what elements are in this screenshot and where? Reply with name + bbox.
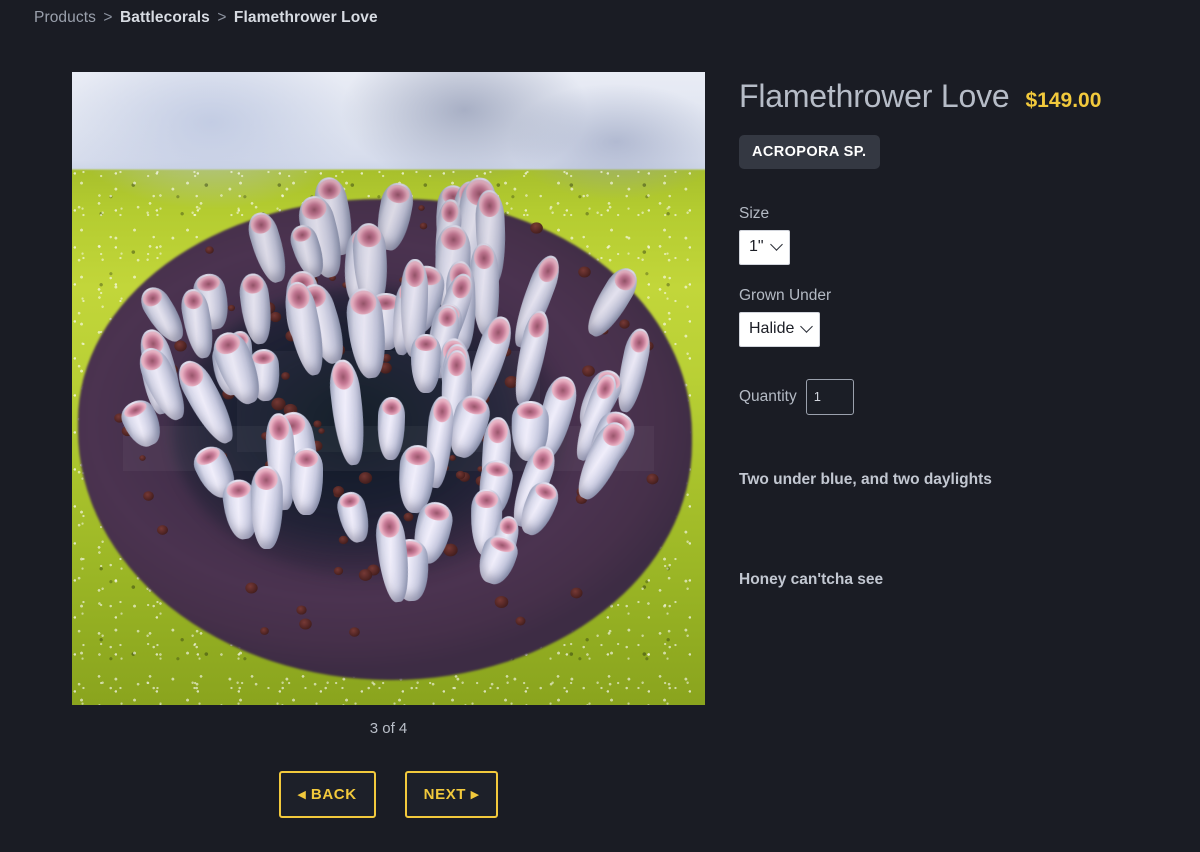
- coral-polyp: [281, 371, 290, 380]
- gallery-nav: ◂ BACK NEXT ▸: [72, 771, 705, 818]
- breadcrumb: Products > Battlecorals > Flamethrower L…: [34, 9, 378, 27]
- coral-polyp: [570, 587, 583, 598]
- coral-polyp: [417, 204, 425, 211]
- coral-polyp: [349, 627, 361, 638]
- coral-polyp: [359, 472, 373, 485]
- page-root: Products > Battlecorals > Flamethrower L…: [0, 0, 1200, 852]
- coral-polyp: [619, 319, 630, 329]
- coral-polyp: [298, 618, 312, 630]
- breadcrumb-separator: >: [103, 9, 113, 26]
- product-title-row: Flamethrower Love $149.00: [739, 78, 1169, 115]
- grown-under-field: Grown Under Halide: [739, 287, 1169, 347]
- product-price: $149.00: [1025, 89, 1102, 112]
- quantity-field: Quantity: [739, 378, 1169, 415]
- coral-polyp: [174, 340, 188, 352]
- coral-polyp: [139, 455, 146, 461]
- breadcrumb-item-products[interactable]: Products: [34, 9, 96, 26]
- coral-branch: [376, 396, 406, 460]
- page-title: Flamethrower Love: [739, 78, 1010, 114]
- coral-branch: [411, 333, 441, 393]
- coral-polyp: [449, 455, 457, 461]
- coral-polyp: [260, 626, 269, 635]
- breadcrumb-item-current: Flamethrower Love: [233, 9, 378, 26]
- grown-under-label: Grown Under: [739, 286, 832, 304]
- grown-under-select[interactable]: Halide: [739, 311, 821, 347]
- size-select-value: 1": [749, 238, 764, 255]
- size-label: Size: [739, 205, 770, 222]
- size-field: Size 1": [739, 205, 1169, 265]
- coral-polyp: [156, 525, 168, 536]
- coral-polyp: [403, 512, 414, 521]
- coral-polyp: [313, 420, 322, 428]
- coral-branch: [372, 510, 413, 605]
- size-select[interactable]: 1": [739, 230, 790, 265]
- coral-polyp: [205, 246, 214, 255]
- coral-polyp: [358, 569, 373, 582]
- gallery-back-button[interactable]: ◂ BACK: [279, 771, 376, 818]
- coral-polyp: [529, 222, 543, 234]
- coral-polyp: [338, 535, 349, 544]
- coral-polyp: [317, 428, 325, 434]
- product-detail-panel: Flamethrower Love $149.00 ACROPORA SP. S…: [739, 78, 1169, 591]
- grown-under-select-value: Halide: [749, 319, 795, 337]
- coral-polyp: [333, 566, 343, 575]
- coral-polyp: [495, 596, 509, 609]
- coral-polyp: [143, 490, 154, 501]
- coral-branch: [250, 466, 283, 550]
- coral-branch: [611, 325, 654, 414]
- coral-polyp: [515, 616, 526, 626]
- breadcrumb-separator: >: [217, 9, 227, 26]
- gallery-counter: 3 of 4: [369, 720, 408, 737]
- product-image[interactable]: [72, 72, 705, 705]
- chevron-down-icon: [800, 319, 814, 333]
- coral-branch: [289, 447, 323, 515]
- coral-polyp: [581, 365, 595, 377]
- coral-polyp: [577, 266, 591, 278]
- coral-polyp: [295, 605, 307, 615]
- status-badge: ACROPORA SP.: [739, 135, 881, 169]
- description-line-1: Two under blue, and two daylights: [739, 470, 992, 488]
- coral-polyp: [646, 474, 659, 485]
- coral-polyp: [455, 470, 465, 480]
- description-line-2: Honey can'tcha see: [739, 570, 884, 588]
- product-photo-canvas: [72, 72, 705, 705]
- coral-polyp: [245, 582, 258, 594]
- gallery-next-button[interactable]: NEXT ▸: [404, 771, 498, 818]
- chevron-down-icon: [769, 238, 783, 251]
- coral-branches: [72, 72, 705, 705]
- coral-polyp: [228, 304, 236, 312]
- breadcrumb-item-battlecorals[interactable]: Battlecorals: [120, 9, 210, 26]
- coral-polyp: [419, 223, 428, 230]
- quantity-input[interactable]: [805, 378, 854, 415]
- quantity-label: Quantity: [739, 387, 797, 405]
